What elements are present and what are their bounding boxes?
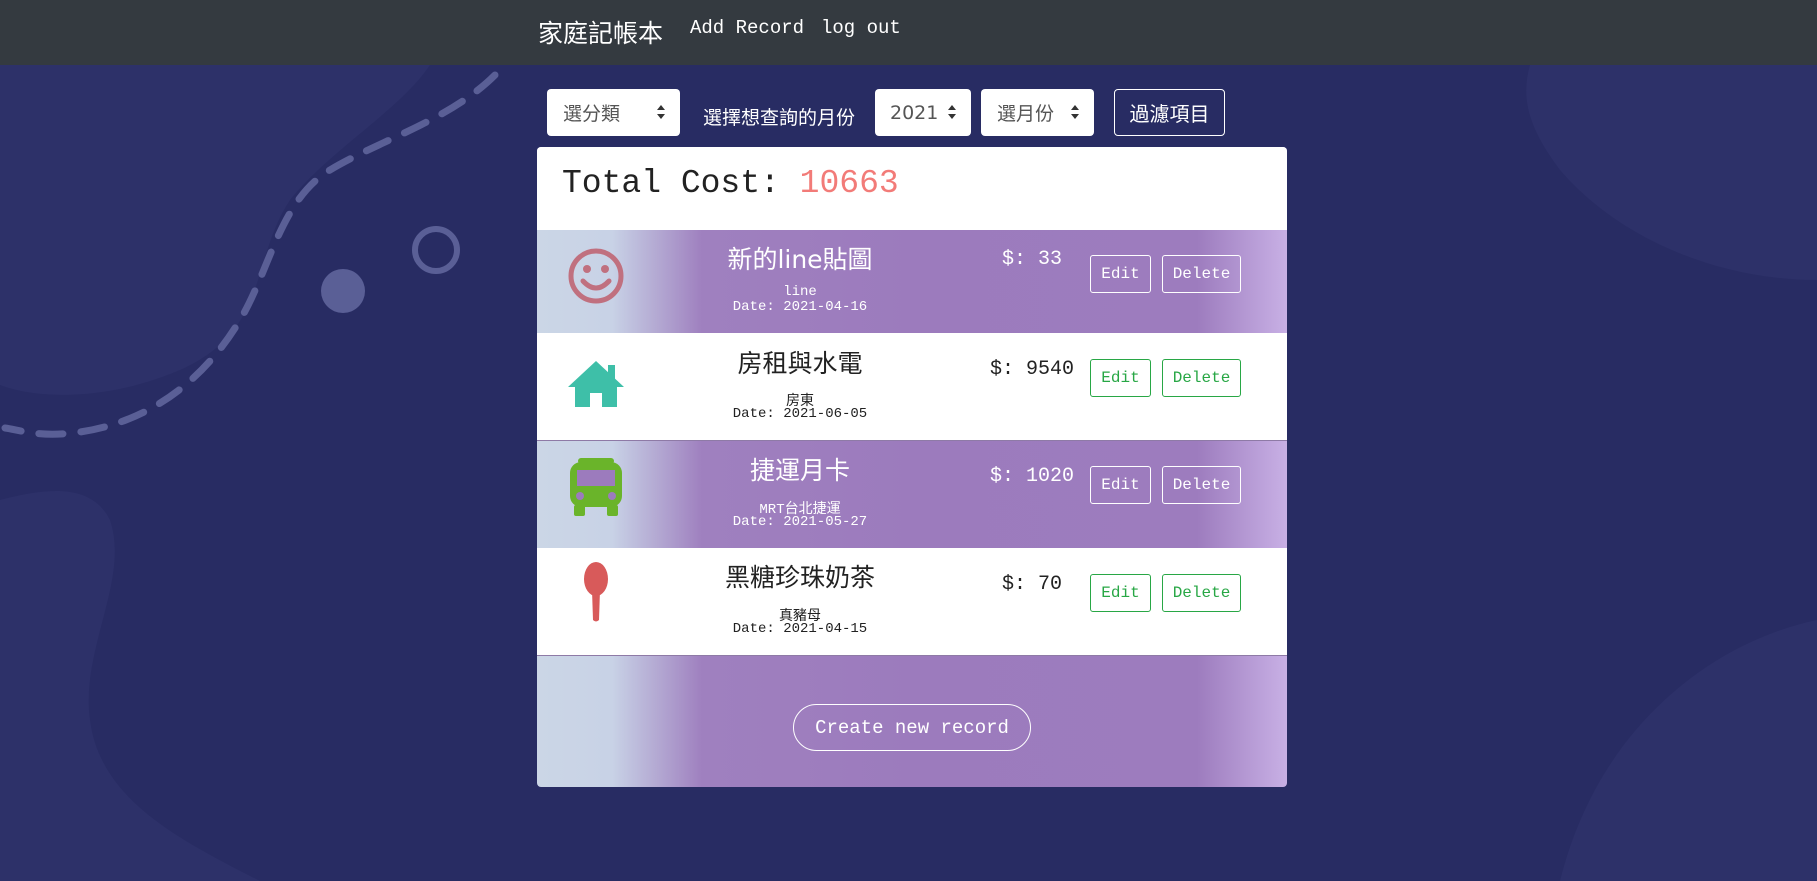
month-select[interactable]: 選月份 bbox=[981, 89, 1094, 136]
filter-bar: 選分類 選擇想查詢的月份 2021 選月份 過濾項目 bbox=[0, 89, 1817, 137]
total-cost-value: 10663 bbox=[799, 165, 899, 202]
total-cost-label: Total Cost: bbox=[562, 165, 780, 202]
select-arrows-icon bbox=[948, 105, 956, 119]
record-row: 黑糖珍珠奶茶 真豬母 Date: 2021-04-15 $: 70 Edit De… bbox=[537, 548, 1287, 655]
app-brand[interactable]: 家庭記帳本 bbox=[538, 14, 663, 50]
records-card: Total Cost: 10663 新的line貼圖 line Date: 20… bbox=[537, 147, 1287, 787]
nav-add-record-link[interactable]: Add Record bbox=[690, 17, 804, 39]
month-prompt-label: 選擇想查詢的月份 bbox=[703, 107, 856, 129]
smile-icon bbox=[568, 248, 624, 304]
record-date: Date: 2021-04-16 bbox=[732, 299, 868, 315]
home-icon bbox=[568, 361, 624, 407]
year-select-value: 2021 bbox=[890, 101, 939, 124]
category-select[interactable]: 選分類 bbox=[547, 89, 680, 136]
record-row: 新的line貼圖 line Date: 2021-04-16 $: 33 Edi… bbox=[537, 230, 1287, 333]
record-name: 房租與水電 bbox=[737, 349, 863, 378]
record-name: 黑糖珍珠奶茶 bbox=[724, 563, 875, 592]
top-navbar: 家庭記帳本 Add Record log out bbox=[0, 0, 1817, 65]
edit-button[interactable]: Edit bbox=[1090, 574, 1151, 612]
bus-icon bbox=[570, 458, 622, 516]
record-date: Date: 2021-04-15 bbox=[732, 621, 868, 637]
record-date: Date: 2021-06-05 bbox=[732, 406, 868, 422]
record-date: Date: 2021-05-27 bbox=[732, 514, 868, 530]
spoon-icon bbox=[584, 562, 608, 622]
row-divider bbox=[537, 655, 1287, 656]
edit-button[interactable]: Edit bbox=[1090, 359, 1151, 397]
edit-button[interactable]: Edit bbox=[1090, 466, 1151, 504]
delete-button[interactable]: Delete bbox=[1162, 359, 1241, 397]
delete-button[interactable]: Delete bbox=[1162, 466, 1241, 504]
record-row: 房租與水電 房東 Date: 2021-06-05 $: 9540 Edit De… bbox=[537, 333, 1287, 440]
delete-button[interactable]: Delete bbox=[1162, 574, 1241, 612]
filter-button[interactable]: 過濾項目 bbox=[1114, 89, 1225, 136]
edit-button[interactable]: Edit bbox=[1090, 255, 1151, 293]
year-select[interactable]: 2021 bbox=[875, 89, 971, 136]
select-arrows-icon bbox=[1071, 105, 1079, 119]
category-select-value: 選分類 bbox=[563, 103, 621, 125]
record-merchant: line bbox=[783, 284, 817, 300]
record-name: 新的line貼圖 bbox=[727, 245, 873, 274]
month-select-value: 選月份 bbox=[997, 103, 1055, 125]
nav-logout-link[interactable]: log out bbox=[821, 17, 901, 39]
delete-button[interactable]: Delete bbox=[1162, 255, 1241, 293]
select-arrows-icon bbox=[657, 105, 665, 119]
record-row: 捷運月卡 MRT台北捷運 Date: 2021-05-27 $: 1020 Ed… bbox=[537, 440, 1287, 548]
total-cost: Total Cost: 10663 bbox=[537, 147, 1287, 230]
record-name: 捷運月卡 bbox=[749, 456, 850, 485]
create-record-button[interactable]: Create new record bbox=[793, 704, 1031, 751]
